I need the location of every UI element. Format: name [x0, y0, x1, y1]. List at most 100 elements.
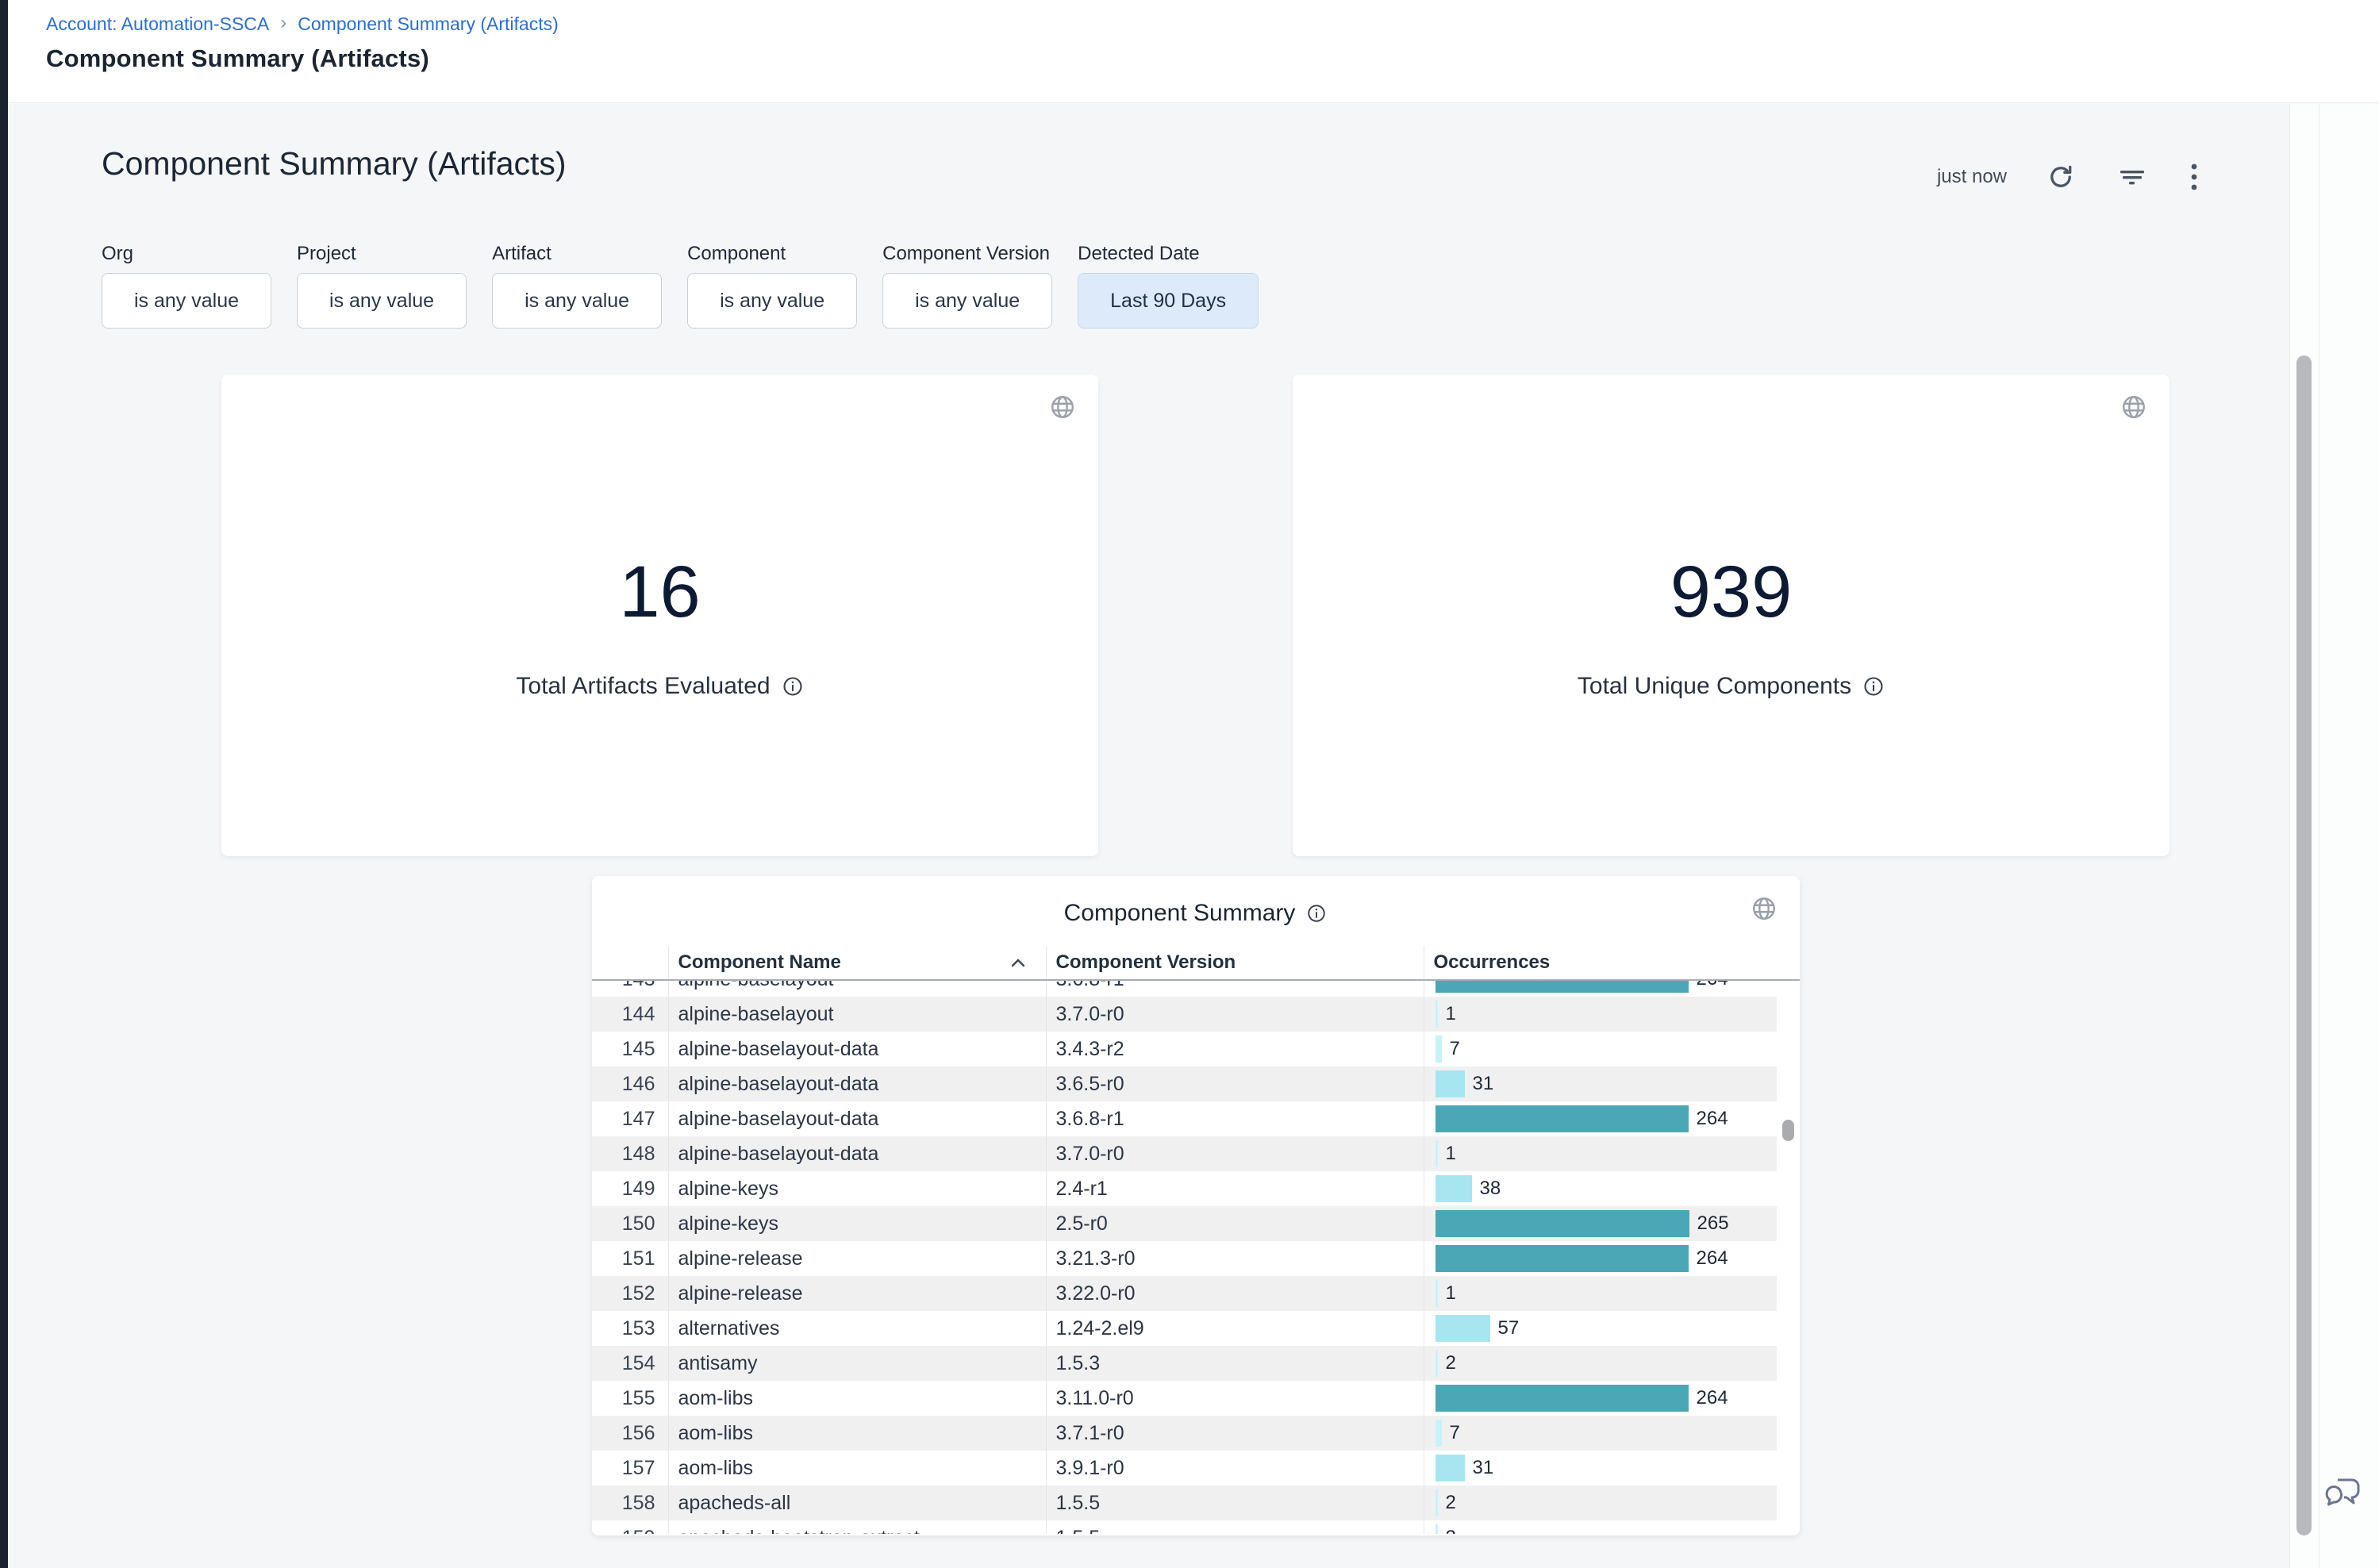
component-name-cell: apacheds-bootstrap-extract [668, 1520, 1046, 1534]
table-scrollbar-thumb[interactable] [1782, 1120, 1794, 1141]
occurrences-cell: 38 [1424, 1171, 1777, 1206]
component-version-cell: 1.5.5 [1046, 1520, 1424, 1534]
row-index: 146 [592, 1066, 668, 1101]
row-index: 147 [592, 1101, 668, 1136]
component-version-cell: 1.5.5 [1046, 1485, 1424, 1520]
row-index: 149 [592, 1171, 668, 1206]
component-name-cell: alpine-baselayout-data [668, 1066, 1046, 1101]
info-icon[interactable] [782, 675, 804, 698]
total-artifacts-card: 16 Total Artifacts Evaluated [221, 375, 1098, 856]
filter-component-version-value-button[interactable]: is any value [882, 273, 1052, 329]
filter-project-value-button[interactable]: is any value [297, 273, 467, 329]
filter-detected-date-value-button[interactable]: Last 90 Days [1078, 273, 1259, 329]
occurrences-cell: 264 [1424, 981, 1777, 997]
filter-label: Detected Date [1078, 243, 1259, 265]
page-scrollbar-gutter [2289, 104, 2379, 1568]
table-row: 144 alpine-baselayout 3.7.0-r0 1 [592, 997, 1777, 1032]
filter-org: Org is any value [102, 243, 271, 329]
component-name-cell: alpine-keys [668, 1171, 1046, 1206]
component-name-cell: apacheds-all [668, 1485, 1046, 1520]
occurrence-value: 31 [1473, 1073, 1494, 1095]
table-row: 151 alpine-release 3.21.3-r0 264 [592, 1241, 1777, 1276]
refresh-icon [2047, 163, 2075, 191]
occurrence-bar [1435, 981, 1689, 993]
page-scrollbar-thumb[interactable] [2296, 355, 2312, 1535]
occurrence-bar [1435, 1105, 1689, 1132]
filter-label: Project [297, 243, 467, 265]
occurrences-cell: 57 [1424, 1311, 1777, 1346]
row-index: 159 [592, 1520, 668, 1534]
breadcrumb-separator-icon: › [280, 12, 286, 34]
occurrence-value: 2 [1446, 1352, 1456, 1374]
occurrences-cell: 2 [1424, 1485, 1777, 1520]
total-artifacts-label: Total Artifacts Evaluated [516, 673, 770, 700]
table-body: 143 alpine-baselayout 3.6.8-r1 264 144 a… [592, 981, 1777, 1534]
dashboard-menu-button[interactable] [2186, 158, 2202, 196]
table-row: 155 aom-libs 3.11.0-r0 264 [592, 1381, 1777, 1416]
occurrence-bar [1435, 1070, 1465, 1097]
refresh-button[interactable] [2043, 159, 2078, 194]
table-row: 150 alpine-keys 2.5-r0 265 [592, 1206, 1777, 1241]
occurrence-bar [1435, 1245, 1689, 1272]
info-icon[interactable] [1862, 675, 1885, 698]
table-title: Component Summary [1064, 900, 1296, 927]
component-version-cell: 3.6.8-r1 [1046, 1101, 1424, 1136]
breadcrumb-current-link[interactable]: Component Summary (Artifacts) [298, 13, 558, 35]
column-header-occurrences[interactable]: Occurrences [1424, 946, 1800, 979]
table-row: 148 alpine-baselayout-data 3.7.0-r0 1 [592, 1136, 1777, 1171]
breadcrumb-account-link[interactable]: Account: Automation-SSCA [46, 13, 269, 35]
stat-cards-row: 16 Total Artifacts Evaluated [102, 375, 2289, 856]
occurrence-value: 7 [1450, 1038, 1460, 1060]
total-components-value: 939 [1293, 375, 2170, 628]
occurrence-value: 2 [1446, 1527, 1456, 1534]
occurrence-bar [1435, 1140, 1438, 1167]
column-header-label: Component Version [1056, 951, 1236, 974]
row-index: 152 [592, 1276, 668, 1311]
component-version-cell: 3.7.1-r0 [1046, 1416, 1424, 1451]
last-refreshed-label: just now [1937, 166, 2007, 188]
occurrences-cell: 7 [1424, 1416, 1777, 1451]
table-header-row: Component Name Component Version Occurre… [592, 946, 1800, 981]
table-row: 154 antisamy 1.5.3 2 [592, 1346, 1777, 1381]
component-name-cell: alpine-baselayout [668, 981, 1046, 997]
info-icon[interactable] [1306, 903, 1327, 924]
component-name-cell: aom-libs [668, 1451, 1046, 1485]
occurrence-value: 264 [1697, 1387, 1728, 1409]
occurrences-cell: 264 [1424, 1101, 1777, 1136]
occurrences-cell: 31 [1424, 1451, 1777, 1485]
filter-artifact-value-button[interactable]: is any value [492, 273, 662, 329]
component-version-cell: 3.11.0-r0 [1046, 1381, 1424, 1416]
globe-icon[interactable] [2120, 394, 2147, 421]
row-index: 157 [592, 1451, 668, 1485]
column-header-component-name[interactable]: Component Name [668, 946, 1046, 979]
occurrence-value: 1 [1446, 1003, 1456, 1025]
row-index: 153 [592, 1311, 668, 1346]
globe-icon[interactable] [1751, 895, 1778, 922]
component-version-cell: 2.4-r1 [1046, 1171, 1424, 1206]
row-index: 151 [592, 1241, 668, 1276]
occurrence-bar [1435, 1350, 1438, 1377]
filter-org-value-button[interactable]: is any value [102, 273, 271, 329]
table-row: 158 apacheds-all 1.5.5 2 [592, 1485, 1777, 1520]
breadcrumb: Account: Automation-SSCA › Component Sum… [46, 13, 2379, 35]
component-version-cell: 3.6.5-r0 [1046, 1066, 1424, 1101]
globe-icon[interactable] [1049, 394, 1076, 421]
component-version-cell: 3.7.0-r0 [1046, 997, 1424, 1032]
table-row: 146 alpine-baselayout-data 3.6.5-r0 31 [592, 1066, 1777, 1101]
component-name-cell: alpine-baselayout [668, 997, 1046, 1032]
app-nav-strip [0, 0, 8, 1568]
column-header-label: Component Name [678, 951, 841, 974]
support-chat-button[interactable] [2323, 1474, 2365, 1513]
dashboard-panel: Component Summary (Artifacts) just now [8, 104, 2289, 1568]
component-name-cell: alternatives [668, 1311, 1046, 1346]
row-index: 143 [592, 981, 668, 997]
filter-component-value-button[interactable]: is any value [687, 273, 857, 329]
column-header-component-version[interactable]: Component Version [1046, 946, 1424, 979]
filter-toggle-button[interactable] [2115, 159, 2150, 194]
table-scroll-viewport[interactable]: 143 alpine-baselayout 3.6.8-r1 264 144 a… [592, 981, 1777, 1534]
occurrences-cell: 2 [1424, 1346, 1777, 1381]
component-name-cell: alpine-baselayout-data [668, 1032, 1046, 1066]
component-version-cell: 1.5.3 [1046, 1346, 1424, 1381]
table-row: 147 alpine-baselayout-data 3.6.8-r1 264 [592, 1101, 1777, 1136]
occurrence-value: 38 [1480, 1178, 1501, 1200]
